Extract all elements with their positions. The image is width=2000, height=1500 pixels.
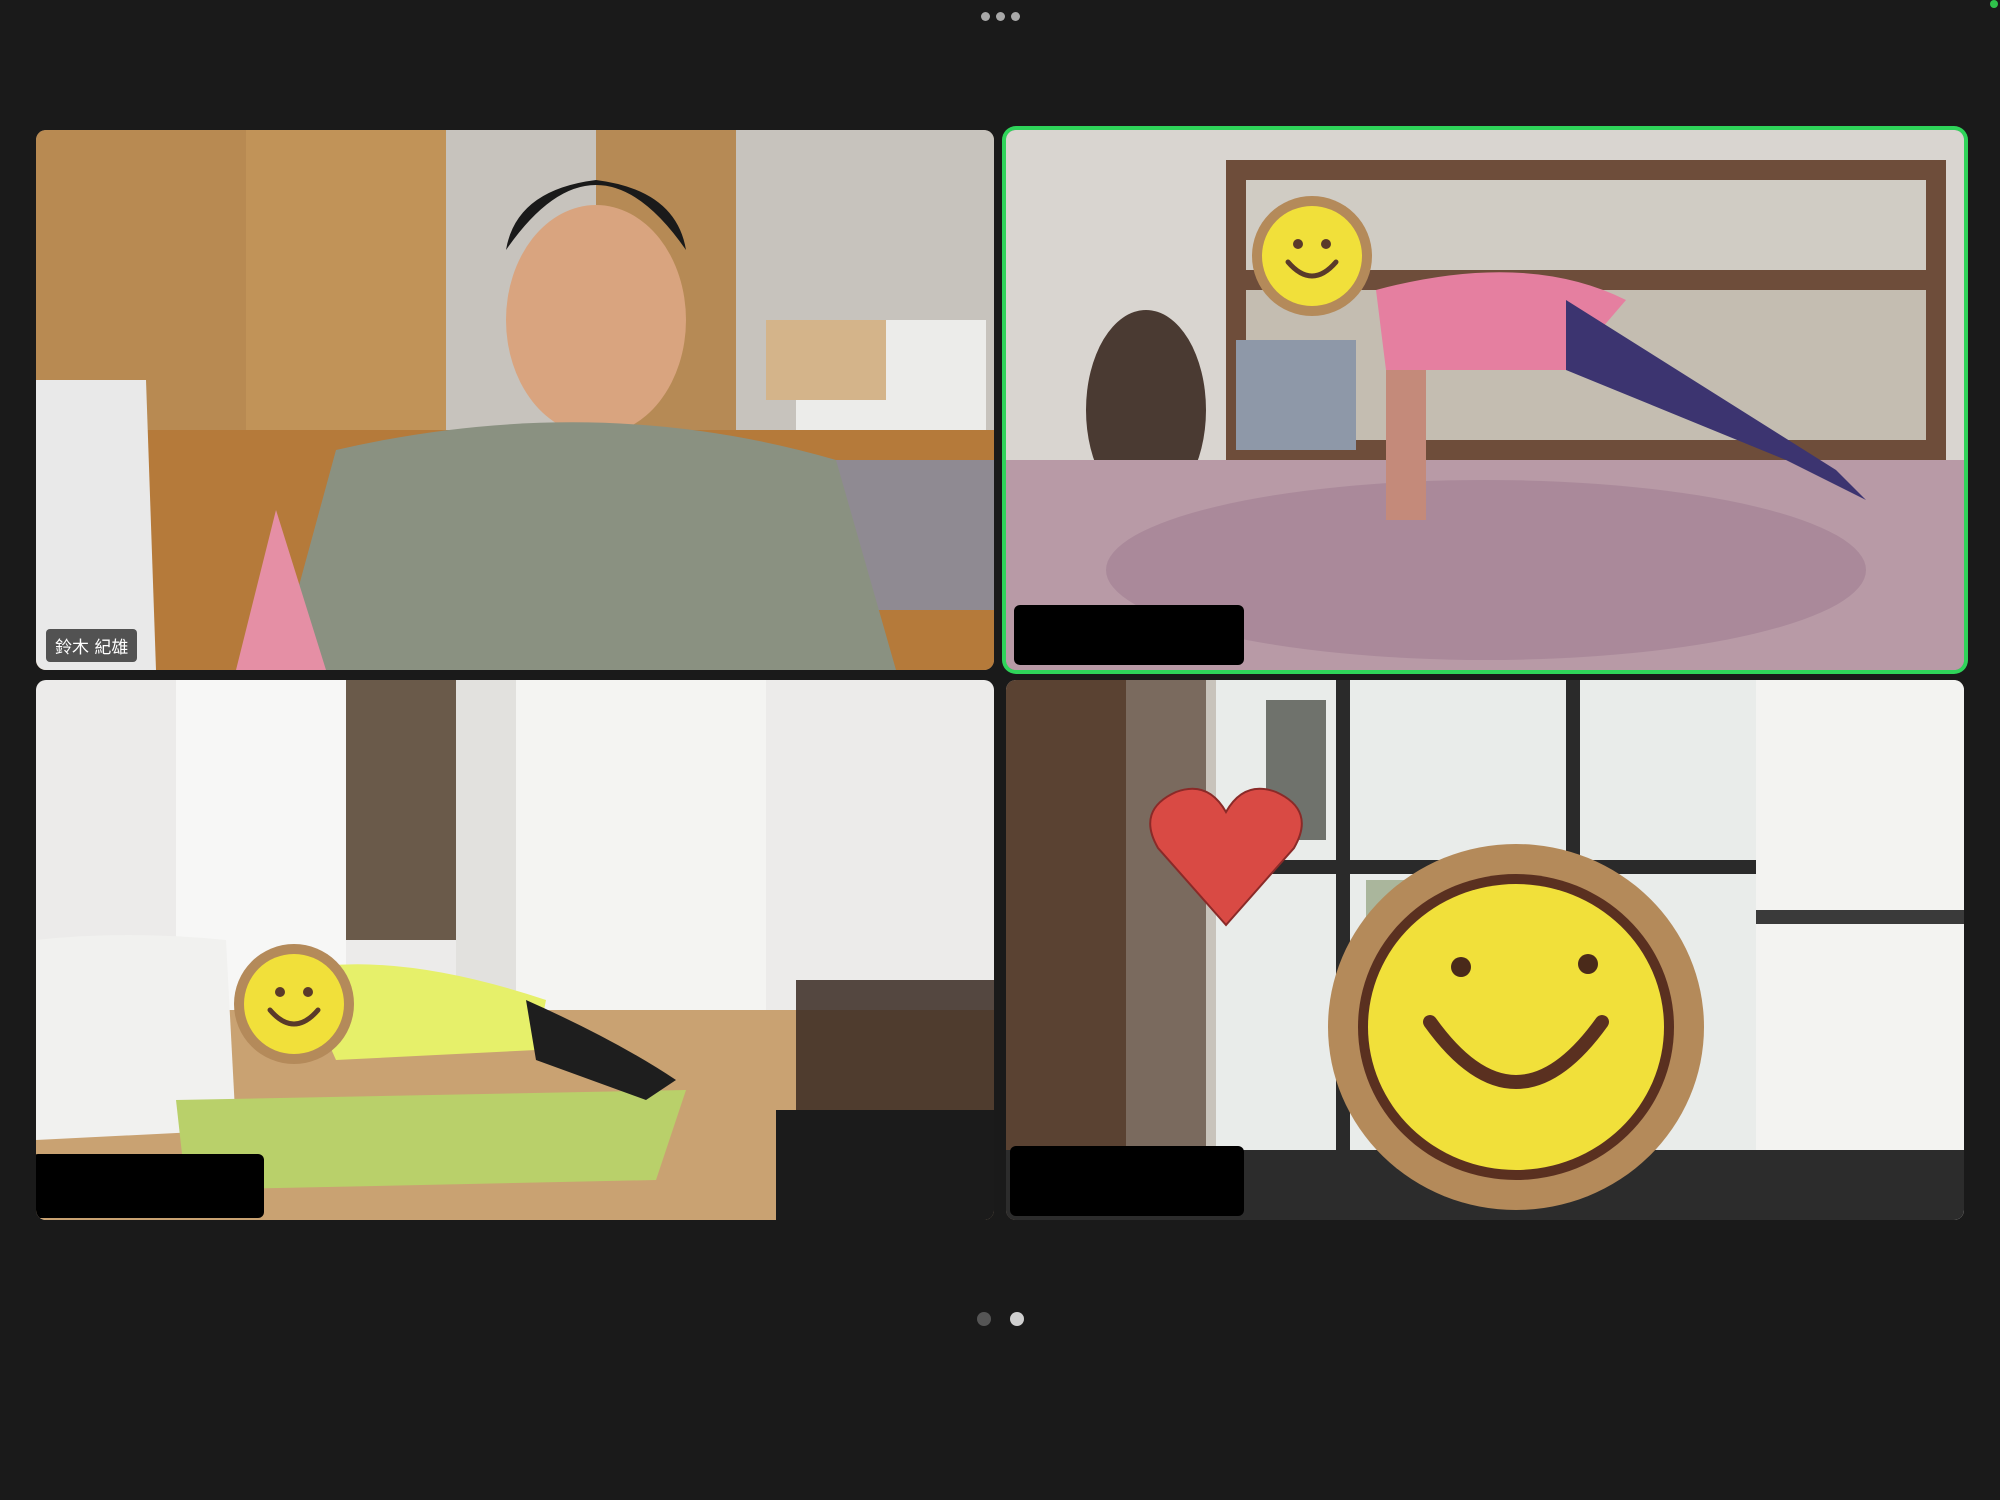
smiley-face-sticker xyxy=(1252,196,1372,316)
participant-video xyxy=(1006,130,1964,670)
more-dot-icon xyxy=(980,11,990,21)
video-tile-2[interactable] xyxy=(1006,130,1964,670)
participant-name-label: 鈴木 紀雄 xyxy=(46,629,138,662)
participant-video xyxy=(36,680,994,1220)
participant-name-label-redacted xyxy=(1010,1146,1244,1216)
video-tile-1[interactable]: 鈴木 紀雄 xyxy=(36,130,994,670)
participant-video xyxy=(36,130,994,670)
page-dot-1[interactable] xyxy=(976,1312,991,1326)
video-tile-3[interactable] xyxy=(36,680,994,1220)
page-dot-2[interactable] xyxy=(1009,1312,1024,1326)
smiley-face-sticker xyxy=(234,944,354,1064)
video-tile-4[interactable] xyxy=(1006,680,1964,1220)
more-dot-icon xyxy=(995,11,1005,21)
participant-name-label-redacted xyxy=(36,1154,264,1218)
more-dot-icon xyxy=(1010,11,1020,21)
more-options-button[interactable] xyxy=(976,8,1024,24)
heart-sticker xyxy=(1149,787,1303,927)
status-indicator-icon xyxy=(1990,0,1998,8)
participant-name-label-redacted xyxy=(1014,605,1244,665)
page-indicator xyxy=(976,1311,1024,1327)
smiley-face-sticker xyxy=(1328,844,1704,1210)
